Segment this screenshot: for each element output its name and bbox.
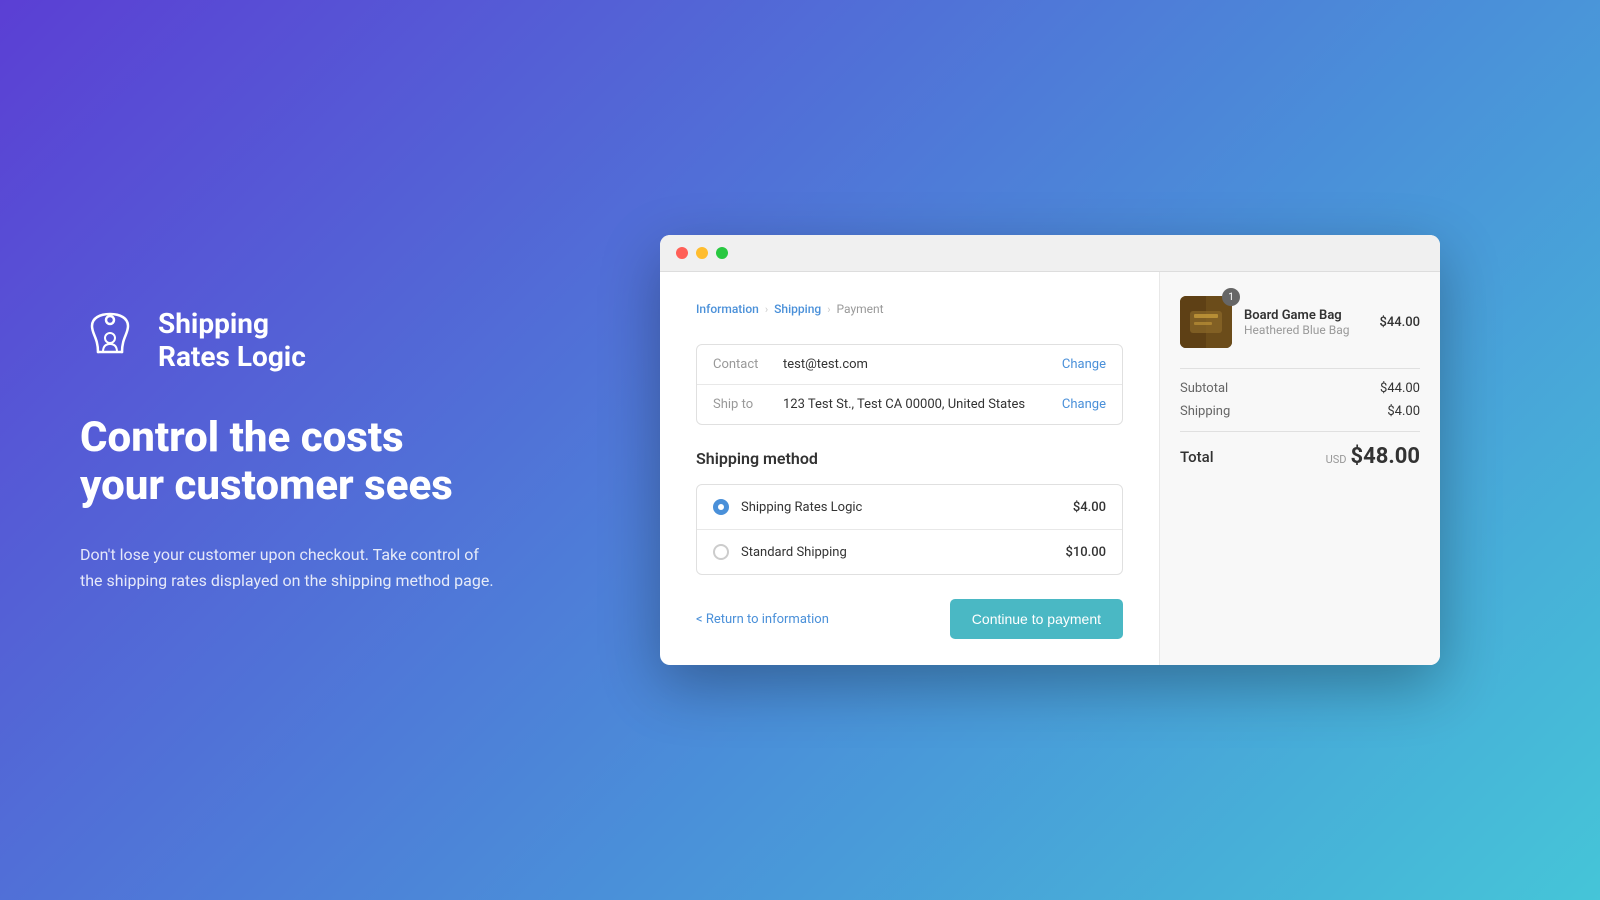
total-label: Total: [1180, 448, 1214, 466]
description: Don't lose your customer upon checkout. …: [80, 542, 500, 593]
traffic-light-yellow[interactable]: [696, 247, 708, 259]
breadcrumb-shipping[interactable]: Shipping: [774, 302, 821, 316]
contact-change[interactable]: Change: [1062, 357, 1106, 372]
browser-titlebar: [660, 235, 1440, 272]
breadcrumb-sep-1: ›: [765, 303, 768, 316]
shipping-method-title: Shipping method: [696, 449, 1123, 468]
logo-area: Shipping Rates Logic: [80, 307, 600, 374]
shipping-option-standard[interactable]: Standard Shipping $10.00: [697, 530, 1122, 574]
info-table: Contact test@test.com Change Ship to 123…: [696, 344, 1123, 425]
product-info: Board Game Bag Heathered Blue Bag: [1244, 308, 1367, 337]
breadcrumb-payment: Payment: [837, 302, 884, 316]
option-name-srl: Shipping Rates Logic: [741, 500, 1061, 515]
subtotal-label: Subtotal: [1180, 381, 1228, 396]
traffic-light-green[interactable]: [716, 247, 728, 259]
total-amount: $48.00: [1351, 444, 1421, 469]
summary-divider-1: [1180, 368, 1420, 369]
shipping-options: Shipping Rates Logic $4.00 Standard Ship…: [696, 484, 1123, 575]
shipto-change[interactable]: Change: [1062, 397, 1106, 412]
action-bar: Return to information Continue to paymen…: [696, 599, 1123, 639]
breadcrumb-information[interactable]: Information: [696, 302, 759, 316]
shipping-label: Shipping: [1180, 404, 1230, 419]
product-name: Board Game Bag: [1244, 308, 1367, 323]
summary-divider-2: [1180, 431, 1420, 432]
radio-selected-icon: [713, 499, 729, 515]
product-price: $44.00: [1379, 315, 1420, 330]
shipping-option-srl[interactable]: Shipping Rates Logic $4.00: [697, 485, 1122, 530]
shipping-value: $4.00: [1387, 404, 1420, 419]
product-image-wrapper: 1: [1180, 296, 1232, 348]
breadcrumb-sep-2: ›: [827, 303, 830, 316]
total-value: USD $48.00: [1326, 444, 1420, 469]
checkout-left: Information › Shipping › Payment Contact…: [660, 272, 1160, 665]
continue-button[interactable]: Continue to payment: [950, 599, 1123, 639]
shipping-row: Shipping $4.00: [1180, 404, 1420, 419]
subtotal-row: Subtotal $44.00: [1180, 381, 1420, 396]
radio-unselected-icon: [713, 544, 729, 560]
browser-content: Information › Shipping › Payment Contact…: [660, 272, 1440, 665]
shipto-row: Ship to 123 Test St., Test CA 00000, Uni…: [697, 385, 1122, 424]
contact-row: Contact test@test.com Change: [697, 345, 1122, 385]
logo-text: Shipping Rates Logic: [158, 307, 306, 374]
browser-window: Information › Shipping › Payment Contact…: [660, 235, 1440, 665]
product-badge: 1: [1222, 288, 1240, 306]
page-wrapper: Shipping Rates Logic Control the costs y…: [0, 0, 1600, 900]
contact-value: test@test.com: [783, 357, 1062, 372]
headline: Control the costs your customer sees: [80, 414, 600, 511]
shipto-label: Ship to: [713, 397, 783, 412]
total-currency: USD: [1326, 453, 1347, 466]
return-link[interactable]: Return to information: [696, 612, 829, 627]
subtotal-value: $44.00: [1380, 381, 1420, 396]
option-price-srl: $4.00: [1073, 500, 1106, 515]
total-row: Total USD $48.00: [1180, 444, 1420, 469]
product-variant: Heathered Blue Bag: [1244, 323, 1367, 337]
option-name-standard: Standard Shipping: [741, 545, 1053, 560]
option-price-standard: $10.00: [1065, 545, 1106, 560]
logo-icon: [80, 310, 140, 370]
contact-label: Contact: [713, 357, 783, 372]
order-summary: 1 Board Game Bag Heathered Blue Bag $44.…: [1160, 272, 1440, 665]
left-panel: Shipping Rates Logic Control the costs y…: [80, 307, 660, 594]
shipto-value: 123 Test St., Test CA 00000, United Stat…: [783, 397, 1062, 412]
breadcrumb: Information › Shipping › Payment: [696, 302, 1123, 316]
traffic-light-red[interactable]: [676, 247, 688, 259]
product-row: 1 Board Game Bag Heathered Blue Bag $44.…: [1180, 296, 1420, 348]
